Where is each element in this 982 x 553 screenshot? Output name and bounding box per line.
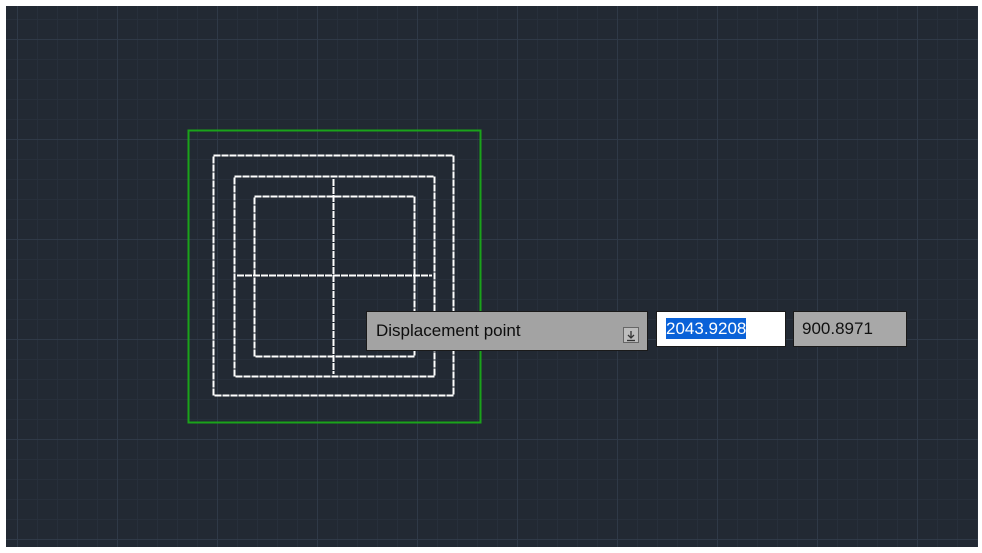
x-coordinate-value: 2043.9208 <box>666 318 747 339</box>
dynamic-input-prompt: Displacement point <box>366 311 648 351</box>
y-coordinate-input[interactable]: 900.8971 <box>793 311 907 347</box>
prompt-label: Displacement point <box>376 321 521 340</box>
cad-drawing <box>187 129 482 424</box>
down-arrow-menu-icon[interactable] <box>623 327 639 343</box>
drawing-canvas[interactable]: Displacement point 2043.9208 900.8971 <box>6 6 978 547</box>
x-coordinate-input[interactable]: 2043.9208 <box>656 311 786 347</box>
y-coordinate-value: 900.8971 <box>802 319 873 338</box>
down-arrow-glyph <box>627 331 635 342</box>
